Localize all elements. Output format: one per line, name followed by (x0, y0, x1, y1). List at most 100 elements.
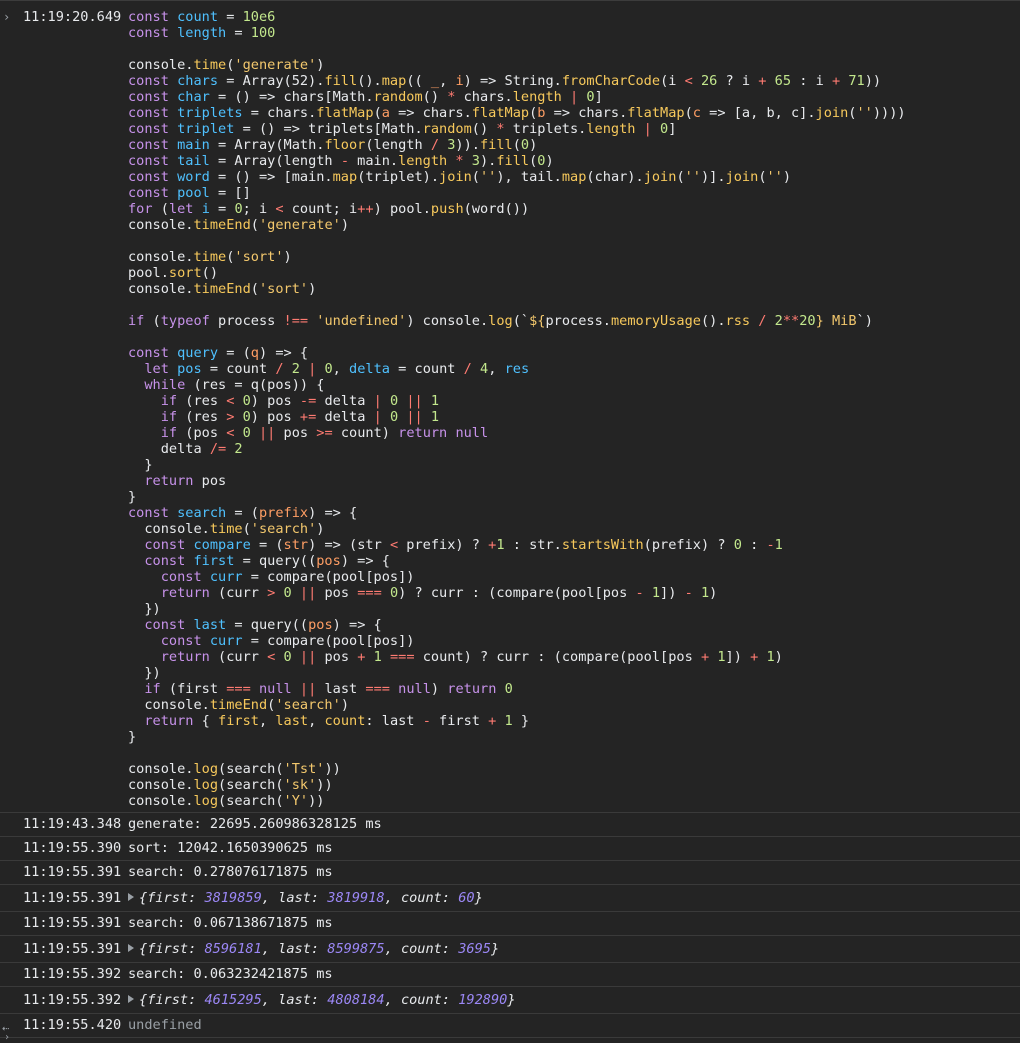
code-token: pos (308, 617, 333, 633)
code-token: delta (128, 441, 210, 457)
code-token: log (193, 793, 219, 809)
expand-triangle-icon[interactable] (128, 995, 134, 1003)
code-token: join (725, 169, 759, 185)
code-token: fill (479, 137, 513, 153)
code-token: 0 (660, 121, 669, 137)
code-token: if (160, 425, 178, 441)
code-line: const count = 10e6 (128, 9, 1020, 25)
code-token: >= (316, 425, 333, 441)
code-token: prefix (258, 505, 309, 521)
code-token: return (398, 425, 448, 441)
chevron-right-icon: › (3, 10, 11, 24)
code-token: process. (545, 313, 611, 329)
code-token: - (684, 585, 693, 601)
code-token: 'sort' (258, 281, 309, 297)
code-token: 3 (471, 153, 480, 169)
code-token: res (504, 361, 530, 377)
object-key: last: (278, 992, 328, 1008)
code-token: console. (128, 217, 194, 233)
code-token: 71 (848, 73, 865, 89)
code-token: ) (430, 681, 448, 697)
code-token: 0 (242, 409, 251, 425)
code-token: map (561, 169, 587, 185)
code-token: - (340, 153, 349, 169)
code-line: let pos = count / 2 | 0, delta = count /… (128, 361, 1020, 377)
code-token: 'generate' (234, 57, 317, 73)
object-preview[interactable]: {first: 4615295, last: 4808184, count: 1… (139, 992, 516, 1008)
object-value: 3819859 (204, 890, 262, 906)
code-token: 0 (389, 409, 399, 425)
code-line: } (128, 489, 1020, 505)
code-token: 0 (324, 361, 333, 377)
prompt-caret-icon[interactable]: › (4, 1032, 14, 1043)
object-key: last: (278, 941, 328, 957)
code-token: memoryUsage (610, 313, 701, 329)
code-line: console.time('search') (128, 521, 1020, 537)
code-token: 1 (766, 649, 775, 665)
code-token: ) (340, 217, 349, 233)
code-token: i (455, 73, 464, 89)
code-token: length (398, 153, 448, 169)
console-object-entry[interactable]: 11:19:55.391 {first: 3819859, last: 38199… (0, 885, 1020, 912)
code-token: const (128, 9, 178, 25)
object-preview[interactable]: {first: 8596181, last: 8599875, count: 3… (139, 941, 499, 957)
code-token: 0 (242, 425, 251, 441)
code-block[interactable]: const count = 10e6 const length = 100 con… (128, 9, 1020, 809)
timestamp: 11:19:55.391 (23, 915, 122, 931)
code-token: map (332, 169, 358, 185)
code-token: prefix) ? (398, 537, 489, 553)
code-token: first (430, 713, 489, 729)
code-token: const (128, 121, 178, 137)
code-token: ( (684, 105, 693, 121)
code-token: 0 (389, 393, 399, 409)
code-token: curr (209, 633, 243, 649)
code-token: 'Y' (283, 793, 309, 809)
code-token: ( (250, 281, 259, 297)
code-token: } (128, 489, 137, 505)
code-token: () (422, 89, 448, 105)
code-token: , (439, 73, 456, 89)
code-token: (char). (586, 169, 644, 185)
code-token: ) => String. (463, 73, 562, 89)
code-token: (word()) (463, 201, 530, 217)
console-input-entry[interactable]: › 11:19:20.649 const count = 10e6 const l… (0, 5, 1020, 813)
code-line: console.timeEnd('search') (128, 697, 1020, 713)
object-preview[interactable]: {first: 3819859, last: 3819918, count: 6… (139, 890, 483, 906)
console-object-entry[interactable]: 11:19:55.391 {first: 8596181, last: 85998… (0, 936, 1020, 963)
code-token: delta (316, 409, 374, 425)
code-token: = Array(length (209, 153, 341, 169)
object-value: 3819918 (327, 890, 385, 906)
code-token: const (144, 617, 194, 633)
expand-triangle-icon[interactable] (128, 893, 134, 901)
code-token: < (684, 73, 693, 89)
code-token: )) (864, 73, 882, 89)
code-token: ( (676, 169, 685, 185)
code-token: < (389, 537, 399, 553)
code-token: === (226, 681, 251, 697)
object-key: last: (278, 890, 328, 906)
code-token: last (316, 681, 366, 697)
code-token: console. (128, 57, 194, 73)
code-token: process (209, 313, 284, 329)
expand-triangle-icon[interactable] (128, 944, 134, 952)
code-token: log (193, 761, 219, 777)
code-token: (pos (177, 425, 227, 441)
timestamp: 11:19:55.392 (23, 992, 122, 1008)
code-token: (i (660, 73, 685, 89)
code-token: - (766, 537, 775, 553)
object-value: 60 (458, 890, 475, 906)
code-token: (` (512, 313, 530, 329)
console-object-entry[interactable]: 11:19:55.392 {first: 4615295, last: 48081… (0, 987, 1020, 1014)
code-token: 0 (242, 393, 251, 409)
code-token: === (389, 649, 415, 665)
code-token: => chars. (545, 105, 628, 121)
code-token: startsWith (561, 537, 644, 553)
timestamp: 11:19:43.348 (23, 816, 122, 832)
